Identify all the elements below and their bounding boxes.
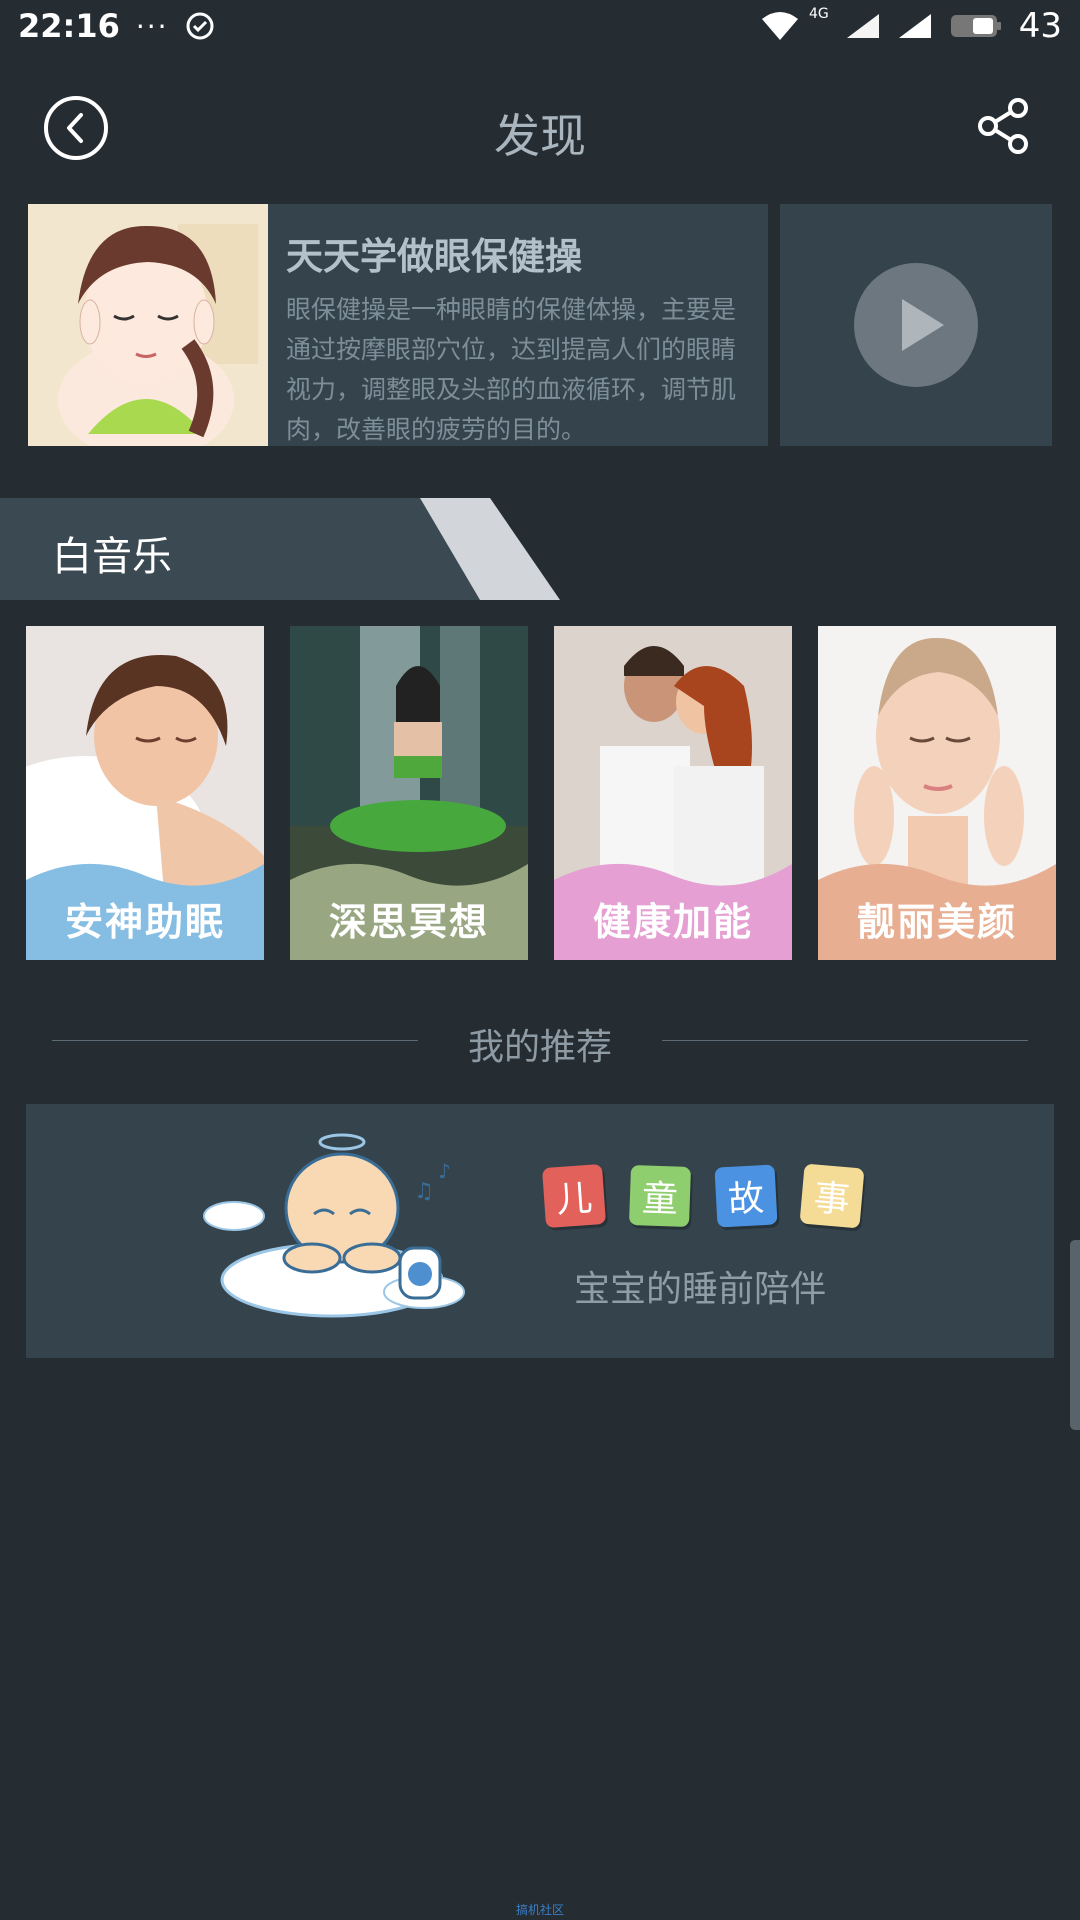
- share-button[interactable]: [972, 94, 1036, 158]
- play-button[interactable]: [780, 204, 1052, 446]
- music-tile-meditation[interactable]: 深思冥想: [290, 626, 528, 960]
- eye-exercise-card[interactable]: 天天学做眼保健操 眼保健操是一种眼睛的保健体操，主要是通过按摩眼部穴位，达到提高…: [28, 204, 768, 446]
- feature-description: 眼保健操是一种眼睛的保健体操，主要是通过按摩眼部穴位，达到提高人们的眼睛视力，调…: [286, 295, 737, 444]
- signal-icon: [846, 14, 879, 38]
- recommend-divider: 我的推荐: [52, 1018, 1028, 1068]
- wifi-icon: [761, 12, 798, 40]
- status-time: 22:16: [18, 7, 120, 45]
- music-tile-beauty[interactable]: 靓丽美颜: [818, 626, 1056, 960]
- header: 发现: [0, 80, 1080, 180]
- story-tag: 儿: [541, 1163, 607, 1229]
- tile-label: 靓丽美颜: [856, 900, 1017, 944]
- tile-label: 安神助眠: [64, 900, 225, 944]
- story-tag: 事: [799, 1163, 865, 1229]
- story-subtitle: 宝宝的睡前陪伴: [574, 1269, 827, 1310]
- music-tile-sleep[interactable]: 安神助眠: [26, 626, 264, 960]
- story-tags: 儿 童 故 事: [541, 1163, 865, 1229]
- notification-dots: ···: [135, 9, 169, 43]
- page-title: 发现: [494, 109, 586, 163]
- music-tile-health[interactable]: 健康加能: [554, 626, 792, 960]
- battery-icon: [950, 15, 1001, 37]
- white-music-section-header: 白音乐: [0, 498, 560, 600]
- divider-line-right: [662, 1040, 1028, 1041]
- story-tag: 故: [714, 1164, 778, 1228]
- feature-title: 天天学做眼保健操: [286, 235, 582, 278]
- section-title: 白音乐: [52, 534, 172, 580]
- play-icon: [854, 263, 978, 387]
- story-tag: 童: [628, 1164, 692, 1228]
- signal-icon-2: [898, 14, 931, 38]
- sleeping-baby-illustration: ♫ ♪: [203, 1133, 465, 1318]
- share-icon: [978, 98, 1028, 154]
- watermark: 搞机社区: [515, 1903, 564, 1917]
- battery-level: 43: [1018, 6, 1062, 46]
- recommend-title: 我的推荐: [467, 1027, 612, 1068]
- check-circle-icon: [186, 12, 214, 40]
- tile-label: 深思冥想: [328, 900, 489, 944]
- svg-text:♫: ♫: [414, 1179, 434, 1204]
- scroll-handle[interactable]: [1070, 1240, 1080, 1430]
- children-story-card[interactable]: ♫ ♪ 儿 童 故 事 宝宝的睡前陪伴: [26, 1104, 1054, 1358]
- eye-exercise-illustration: [28, 204, 268, 446]
- svg-text:♪: ♪: [438, 1159, 451, 1183]
- tile-label: 健康加能: [592, 900, 753, 944]
- status-bar: 22:16 ··· 4G 43: [0, 0, 1080, 52]
- network-type: 4G: [808, 6, 829, 22]
